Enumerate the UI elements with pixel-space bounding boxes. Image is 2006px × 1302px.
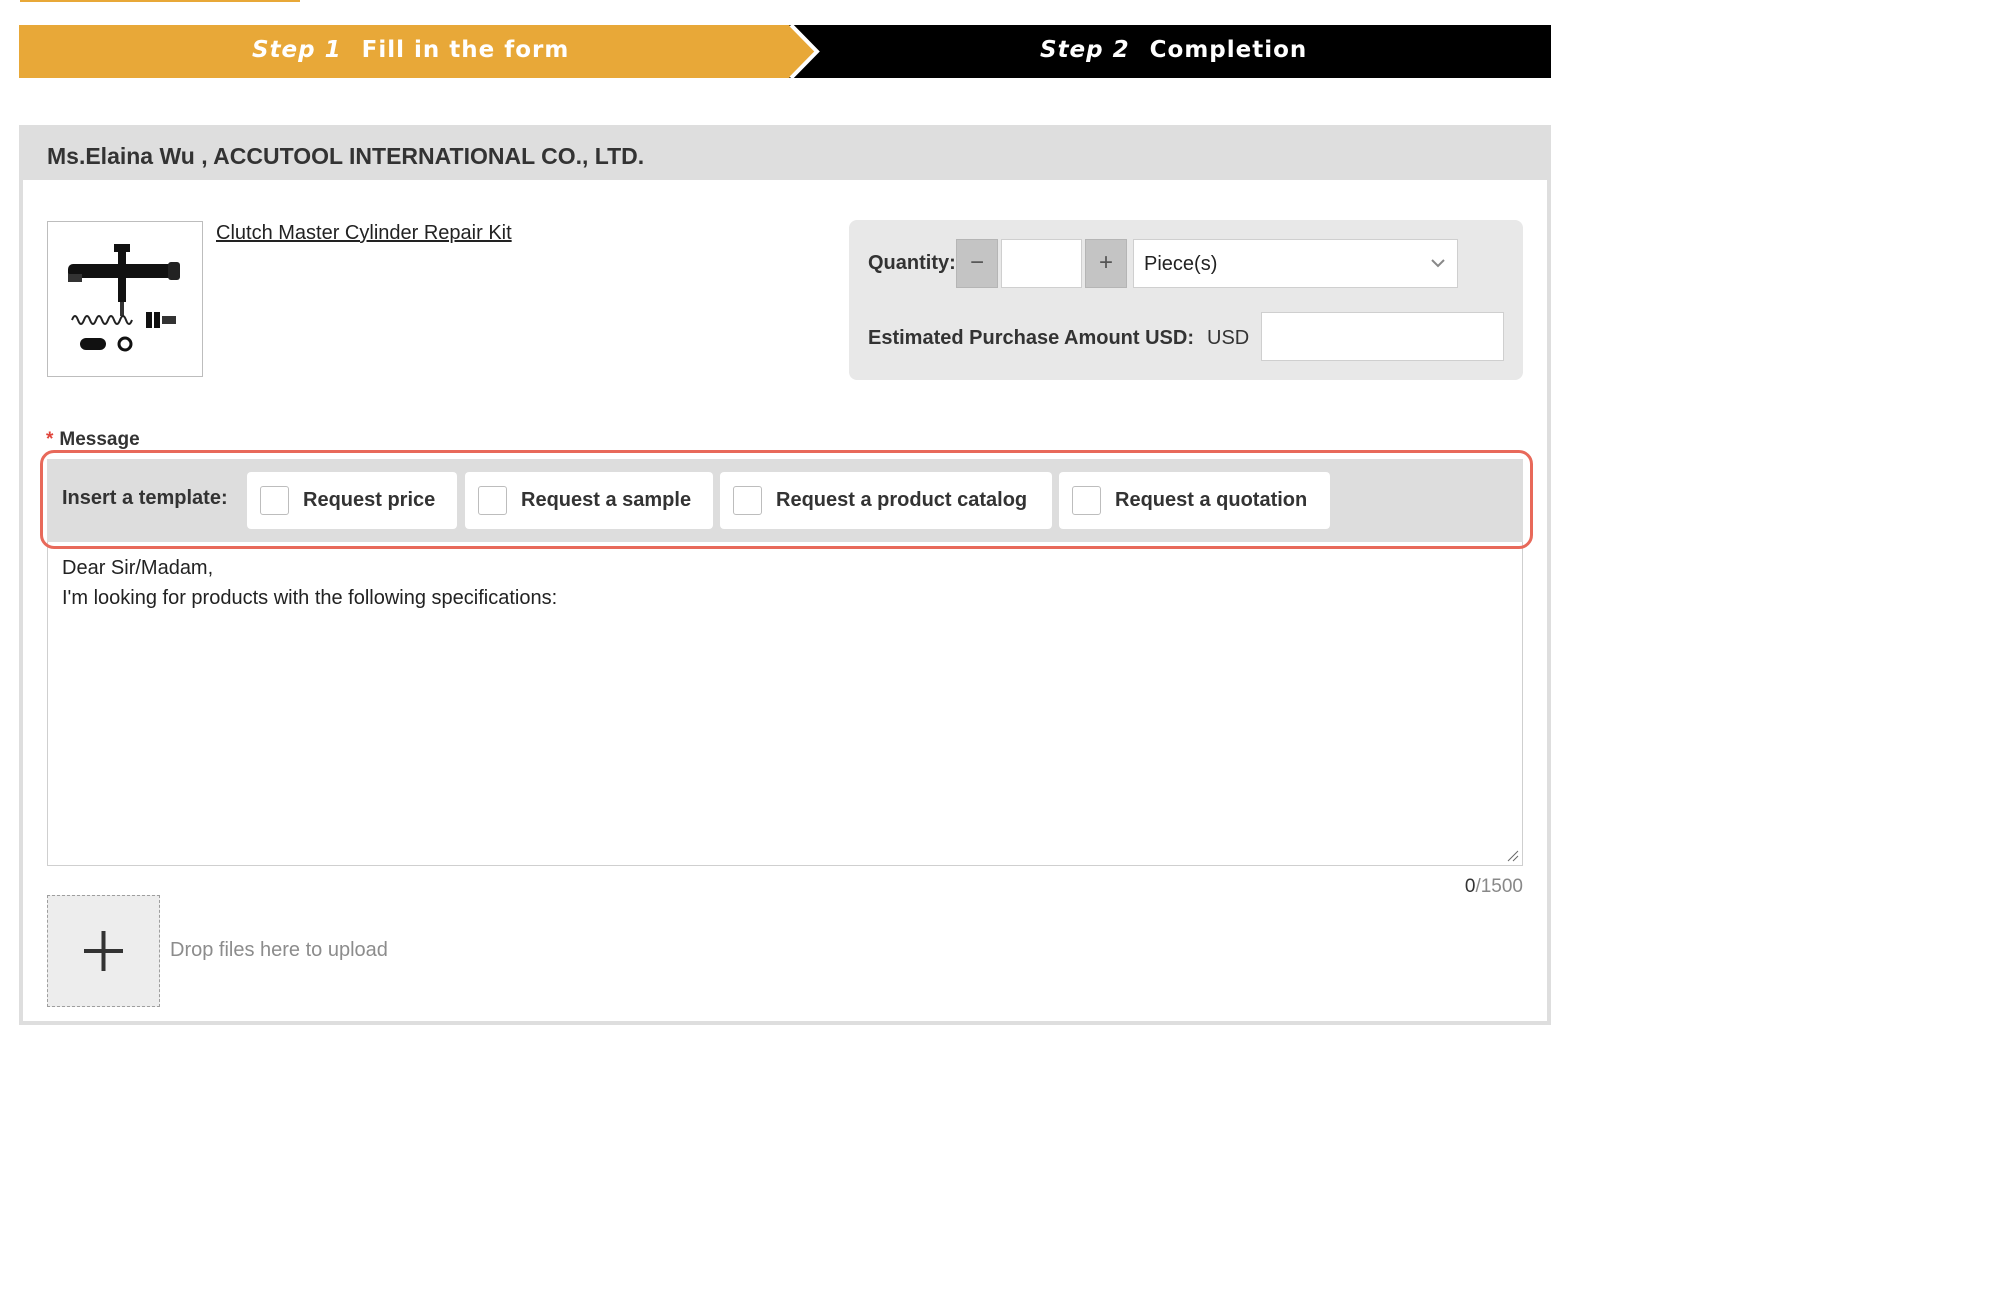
character-counter: 0/1500 — [1380, 876, 1523, 898]
character-max: /1500 — [1475, 876, 1523, 897]
step1-label: Fill in the form — [361, 37, 570, 63]
template-request-catalog[interactable]: Request a product catalog — [720, 472, 1052, 529]
chevron-down-icon — [1431, 259, 1445, 268]
quantity-input[interactable] — [1001, 239, 1082, 288]
product-thumbnail[interactable] — [47, 221, 203, 377]
upload-hint: Drop files here to upload — [170, 939, 388, 961]
template-option-label: Request a sample — [521, 489, 692, 511]
template-request-sample[interactable]: Request a sample — [465, 472, 713, 529]
step1-number: Step 1 — [252, 37, 342, 63]
step-progress-bar: Step 1 Fill in the form Step 2 Completion — [19, 25, 1551, 78]
template-request-quotation[interactable]: Request a quotation — [1059, 472, 1330, 529]
template-option-label: Request a product catalog — [776, 489, 1028, 511]
estimated-amount-input[interactable] — [1261, 312, 1504, 361]
template-request-price[interactable]: Request price — [247, 472, 457, 529]
plus-icon — [84, 931, 123, 971]
top-accent-line — [20, 0, 300, 2]
order-details-box: Quantity: − + Piece(s) Estimated Purchas… — [849, 220, 1523, 380]
checkbox[interactable] — [478, 486, 507, 515]
template-option-label: Request price — [303, 489, 436, 511]
template-option-label: Request a quotation — [1115, 489, 1308, 511]
currency-label: USD — [1207, 327, 1250, 349]
checkbox[interactable] — [260, 486, 289, 515]
character-count: 0 — [1464, 876, 1476, 897]
template-label: Insert a template: — [62, 487, 228, 509]
supplier-name: Ms.Elaina Wu , ACCUTOOL INTERNATIONAL CO… — [47, 143, 645, 169]
step1: Step 1 Fill in the form — [252, 25, 569, 78]
file-upload-dropzone[interactable] — [47, 895, 160, 1007]
quantity-increment-button[interactable]: + — [1085, 239, 1127, 288]
product-image — [68, 244, 180, 352]
step-bar-shapes — [19, 25, 1551, 78]
panel-header: Ms.Elaina Wu , ACCUTOOL INTERNATIONAL CO… — [19, 125, 1551, 180]
template-bar: Insert a template: Request price Request… — [47, 459, 1523, 542]
unit-select[interactable]: Piece(s) — [1133, 239, 1458, 288]
product-title-link[interactable]: Clutch Master Cylinder Repair Kit — [216, 222, 512, 245]
message-textarea[interactable]: Dear Sir/Madam, I'm looking for products… — [47, 542, 1523, 866]
step2: Step 2 Completion — [1040, 25, 1307, 78]
quantity-decrement-button[interactable]: − — [956, 239, 998, 288]
checkbox[interactable] — [733, 486, 762, 515]
checkbox[interactable] — [1072, 486, 1101, 515]
quantity-label: Quantity: — [868, 252, 956, 274]
unit-select-value: Piece(s) — [1144, 253, 1218, 275]
resize-handle-icon[interactable] — [1507, 850, 1519, 862]
estimated-amount-label: Estimated Purchase Amount USD: — [868, 327, 1194, 349]
step2-number: Step 2 — [1040, 37, 1130, 63]
required-marker: * — [46, 429, 54, 450]
message-label: * Message — [46, 429, 140, 451]
step2-label: Completion — [1149, 37, 1308, 63]
message-label-text: Message — [59, 429, 140, 450]
